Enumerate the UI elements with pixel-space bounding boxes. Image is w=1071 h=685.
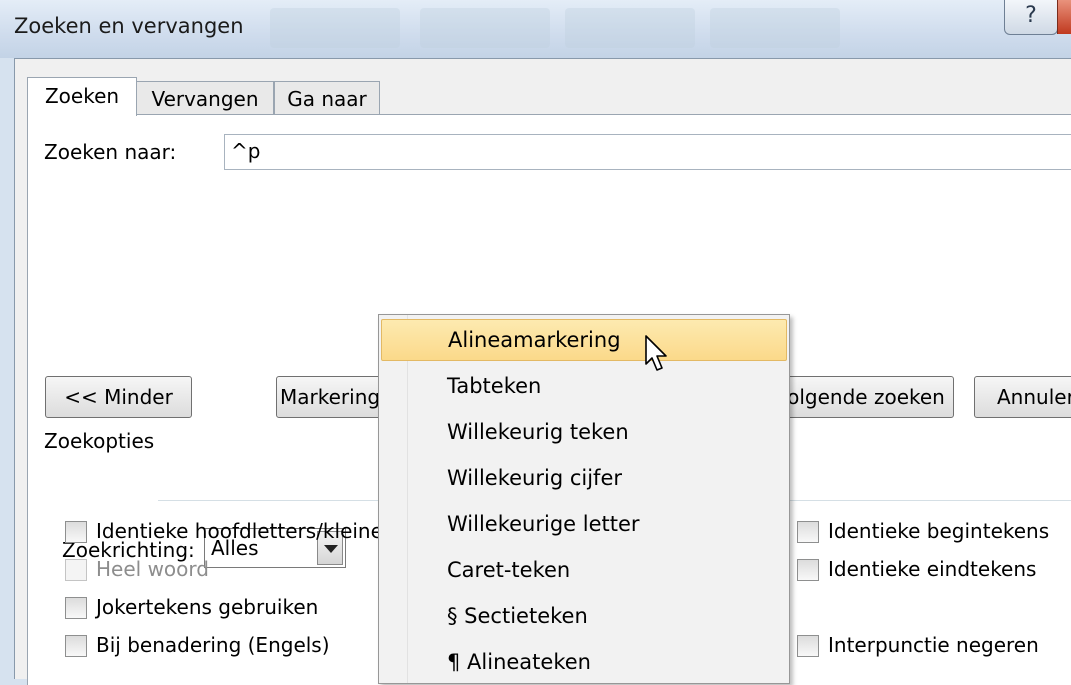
tab-zoeken[interactable]: Zoeken	[27, 77, 137, 116]
search-options-label: Zoekopties	[44, 429, 155, 453]
match-suffix-label: Identieke eindtekens	[828, 557, 1037, 581]
tab-ga-naar[interactable]: Ga naar	[274, 81, 380, 115]
dialog-title: Zoeken en vervangen	[14, 14, 244, 38]
menu-item-willekeurig-teken[interactable]: Willekeurig teken	[381, 411, 787, 453]
menu-item-alineateken[interactable]: ¶ Alineateken	[381, 641, 787, 683]
ignore-punctuation-checkbox[interactable]	[797, 635, 819, 657]
sounds-like-label: Bij benadering (Engels)	[96, 633, 330, 657]
mouse-cursor-icon	[645, 335, 667, 371]
less-button[interactable]: << Minder	[45, 376, 192, 418]
wildcards-label: Jokertekens gebruiken	[96, 595, 319, 619]
title-bar: Zoeken en vervangen ?	[0, 0, 1071, 58]
close-button[interactable]	[1057, 0, 1071, 34]
tab-vervangen[interactable]: Vervangen	[136, 81, 274, 115]
special-characters-menu: Alineamarkering Tabteken Willekeurig tek…	[378, 314, 790, 684]
find-next-button[interactable]: Volgende zoeken	[774, 376, 954, 418]
match-prefix-checkbox[interactable]	[797, 521, 819, 543]
ignore-punctuation-label: Interpunctie negeren	[828, 633, 1039, 657]
ribbon-ghost	[270, 8, 400, 48]
ribbon-ghost	[710, 8, 840, 48]
menu-item-caret-teken[interactable]: Caret-teken	[381, 549, 787, 591]
whole-word-checkbox[interactable]	[65, 559, 87, 581]
sounds-like-checkbox[interactable]	[65, 635, 87, 657]
menu-item-alineamarkering[interactable]: Alineamarkering	[381, 319, 787, 361]
match-suffix-checkbox[interactable]	[797, 559, 819, 581]
cancel-button[interactable]: Annuleren	[974, 376, 1071, 418]
menu-item-tabteken[interactable]: Tabteken	[381, 365, 787, 407]
menu-item-sectieteken[interactable]: § Sectieteken	[381, 595, 787, 637]
menu-item-willekeurige-letter[interactable]: Willekeurige letter	[381, 503, 787, 545]
match-case-checkbox[interactable]	[65, 521, 87, 543]
search-label: Zoeken naar:	[44, 140, 177, 164]
help-button[interactable]: ?	[1004, 0, 1058, 35]
menu-item-willekeurig-cijfer[interactable]: Willekeurig cijfer	[381, 457, 787, 499]
match-prefix-label: Identieke begintekens	[828, 519, 1050, 543]
search-input[interactable]: ^p	[224, 134, 1071, 170]
ribbon-ghost	[420, 8, 550, 48]
whole-word-label: Heel woord	[96, 557, 209, 581]
wildcards-checkbox[interactable]	[65, 597, 87, 619]
ribbon-ghost	[565, 8, 695, 48]
